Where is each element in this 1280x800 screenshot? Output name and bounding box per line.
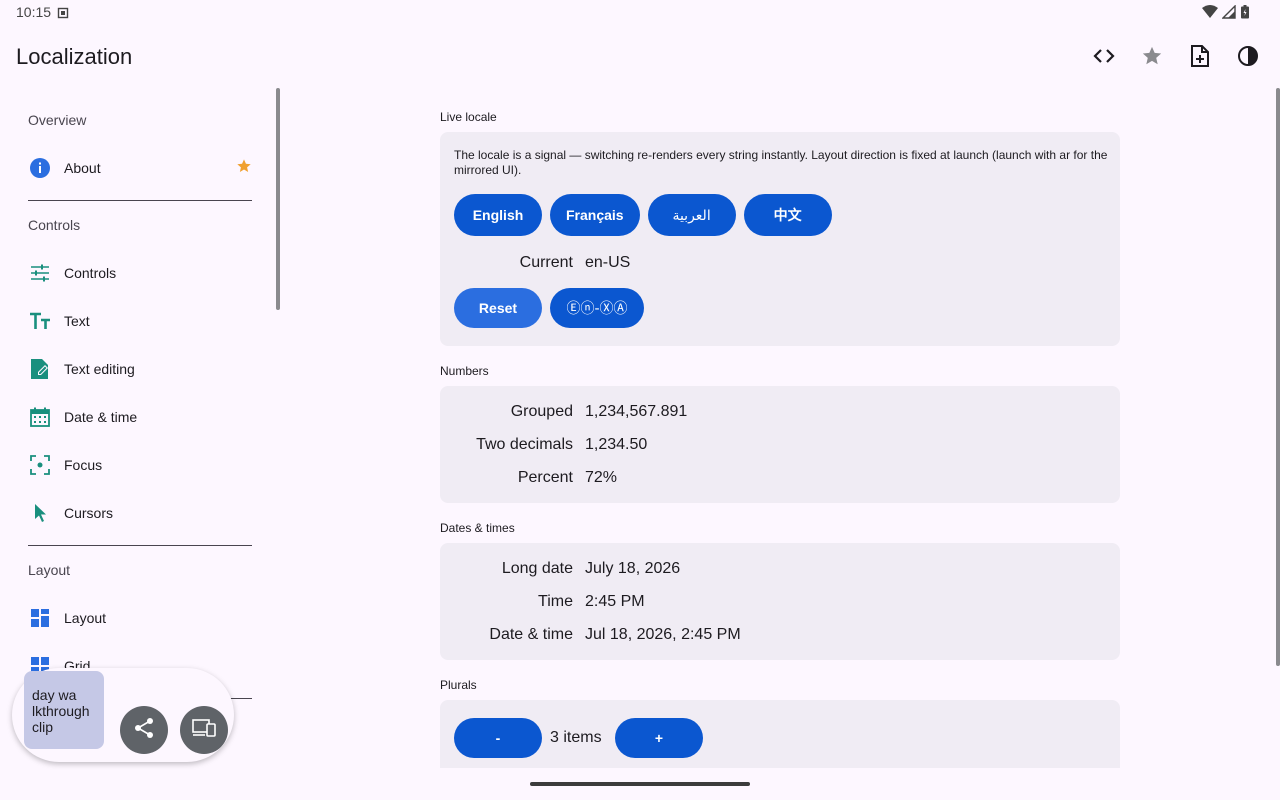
locale-button-row: English Français العربية 中文 bbox=[454, 194, 832, 236]
sidebar-nav: Overview About Controls Controls Text Te… bbox=[0, 88, 280, 768]
date-key: Long date bbox=[501, 560, 573, 577]
date-value: Jul 18, 2026, 2:45 PM bbox=[585, 626, 741, 643]
sidebar-item-label: Focus bbox=[64, 457, 103, 473]
number-value: 72% bbox=[585, 469, 618, 486]
sidebar-section-layout: Layout bbox=[28, 562, 71, 578]
clip-thumbnail[interactable]: day wa lkthrough clip bbox=[24, 671, 104, 749]
star-icon[interactable] bbox=[1140, 40, 1164, 72]
tune-icon bbox=[28, 261, 52, 285]
date-value: July 18, 2026 bbox=[585, 560, 681, 577]
dates-card: Long date July 18, 2026 Time 2:45 PM Dat… bbox=[440, 543, 1120, 660]
current-locale-row: Current en-US bbox=[440, 254, 1120, 276]
sidebar-item-date-time[interactable]: Date & time bbox=[16, 395, 264, 439]
date-row: Time 2:45 PM bbox=[440, 593, 1120, 615]
calendar-icon bbox=[28, 405, 52, 429]
sidebar-divider bbox=[28, 545, 252, 546]
sidebar-item-text[interactable]: Text bbox=[16, 299, 264, 343]
pseudo-locale-button[interactable]: Ⓔⓝ-ⓍⒶ bbox=[550, 288, 644, 328]
sidebar-section-overview: Overview bbox=[28, 112, 87, 128]
cursor-arrow-icon bbox=[28, 501, 52, 525]
sidebar-item-label: Text bbox=[64, 313, 90, 329]
current-locale-key: Current bbox=[519, 254, 573, 271]
decrement-button[interactable]: - bbox=[454, 718, 542, 758]
info-icon bbox=[28, 156, 52, 180]
sidebar-section-controls: Controls bbox=[28, 217, 81, 233]
sidebar-item-cursors[interactable]: Cursors bbox=[16, 491, 264, 535]
share-button[interactable] bbox=[120, 706, 168, 754]
wifi-icon bbox=[1202, 5, 1218, 24]
status-bar: 10:15 bbox=[0, 0, 1280, 24]
number-row: Two decimals 1,234.50 bbox=[440, 436, 1120, 458]
focus-frame-icon bbox=[28, 453, 52, 477]
live-locale-label: Live locale bbox=[440, 110, 497, 124]
dashboard-icon bbox=[28, 606, 52, 630]
number-value: 1,234,567.891 bbox=[585, 403, 688, 420]
number-row: Percent 72% bbox=[440, 469, 1120, 491]
increment-button[interactable]: + bbox=[615, 718, 703, 758]
sidebar-item-about[interactable]: About bbox=[16, 146, 264, 190]
date-key: Date & time bbox=[489, 626, 573, 643]
share-icon bbox=[133, 717, 155, 744]
contrast-icon[interactable] bbox=[1236, 40, 1260, 72]
sidebar-item-label: Date & time bbox=[64, 409, 138, 425]
home-indicator[interactable] bbox=[530, 782, 750, 786]
sim-card-icon bbox=[57, 6, 69, 24]
favorite-star-icon bbox=[236, 158, 252, 179]
date-key: Time bbox=[538, 593, 573, 610]
reset-button[interactable]: Reset bbox=[454, 288, 542, 328]
signal-icon bbox=[1221, 4, 1236, 24]
sidebar-item-controls[interactable]: Controls bbox=[16, 251, 264, 295]
locale-chinese-button[interactable]: 中文 bbox=[743, 194, 832, 236]
sidebar-item-layout[interactable]: Layout bbox=[16, 596, 264, 640]
live-locale-card: The locale is a signal — switching re-re… bbox=[440, 132, 1120, 346]
battery-icon bbox=[1240, 5, 1250, 24]
sidebar-item-label: Controls bbox=[64, 265, 117, 281]
top-actions bbox=[1092, 40, 1260, 72]
sidebar-divider bbox=[28, 200, 252, 201]
number-key: Two decimals bbox=[476, 436, 573, 453]
sidebar-scrollbar[interactable] bbox=[276, 88, 280, 310]
sidebar-item-label: About bbox=[64, 160, 101, 176]
locale-action-row: Reset Ⓔⓝ-ⓍⒶ bbox=[454, 288, 644, 328]
add-document-icon[interactable] bbox=[1188, 40, 1212, 72]
page-title: Localization bbox=[16, 44, 133, 69]
devices-icon bbox=[192, 718, 216, 743]
date-row: Long date July 18, 2026 bbox=[440, 560, 1120, 582]
date-row: Date & time Jul 18, 2026, 2:45 PM bbox=[440, 626, 1120, 648]
main-scrollbar[interactable] bbox=[1276, 88, 1280, 666]
sidebar-item-label: Cursors bbox=[64, 505, 114, 521]
live-locale-description: The locale is a signal — switching re-re… bbox=[454, 148, 1108, 177]
number-key: Percent bbox=[517, 469, 573, 486]
dates-label: Dates & times bbox=[440, 521, 515, 535]
date-value: 2:45 PM bbox=[585, 593, 645, 610]
locale-arabic-button[interactable]: العربية bbox=[647, 194, 736, 236]
devices-button[interactable] bbox=[180, 706, 228, 754]
locale-english-button[interactable]: English bbox=[454, 194, 542, 236]
status-time: 10:15 bbox=[16, 4, 52, 20]
number-value: 1,234.50 bbox=[585, 436, 648, 453]
code-icon[interactable] bbox=[1092, 40, 1116, 72]
current-locale-value: en-US bbox=[585, 254, 631, 271]
plural-count-text: 3 items bbox=[550, 729, 602, 746]
sidebar-item-focus[interactable]: Focus bbox=[16, 443, 264, 487]
sidebar-item-label: Text editing bbox=[64, 361, 135, 377]
plurals-label: Plurals bbox=[440, 678, 477, 692]
edit-document-icon bbox=[28, 357, 52, 381]
locale-french-button[interactable]: Français bbox=[550, 194, 640, 236]
text-fields-icon bbox=[28, 309, 52, 333]
numbers-label: Numbers bbox=[440, 364, 489, 378]
sidebar-item-text-editing[interactable]: Text editing bbox=[16, 347, 264, 391]
sidebar-item-label: Layout bbox=[64, 610, 107, 626]
numbers-card: Grouped 1,234,567.891 Two decimals 1,234… bbox=[440, 386, 1120, 503]
number-row: Grouped 1,234,567.891 bbox=[440, 403, 1120, 425]
number-key: Grouped bbox=[510, 403, 573, 420]
